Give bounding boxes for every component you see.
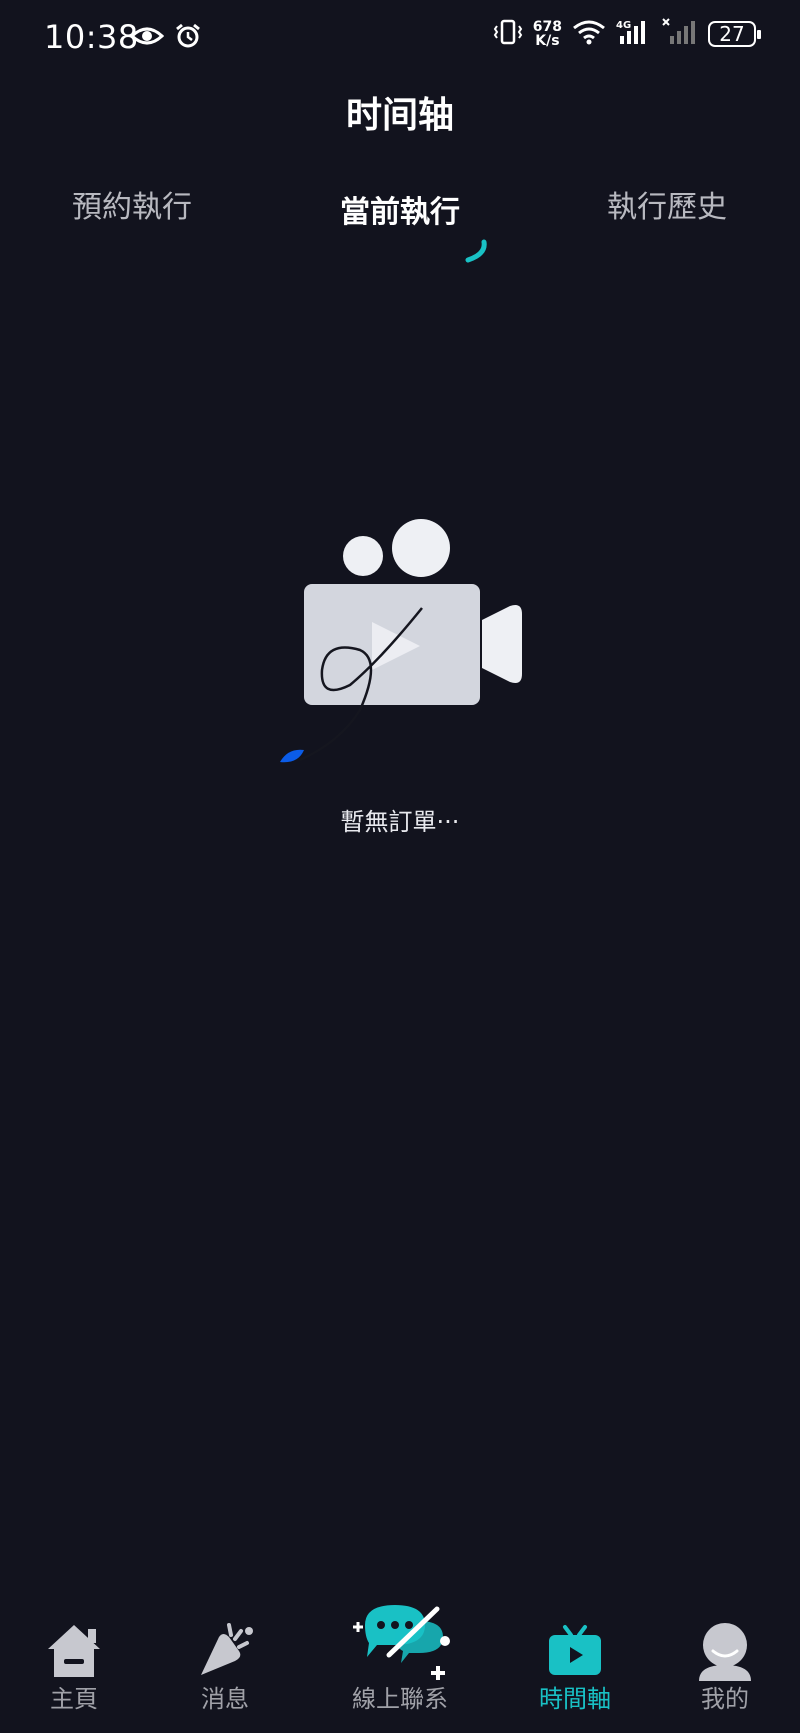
signal-no-service-icon (662, 18, 698, 50)
battery-indicator: 27 (708, 21, 761, 47)
bottom-nav: 主頁 消息 線上聯系 時間軸 我的 (0, 1605, 800, 1733)
chat-bubbles-icon (345, 1589, 455, 1689)
net-speed: 678 K/s (533, 20, 562, 48)
tab-reserved[interactable]: 預約執行 (72, 182, 192, 226)
nav-label-timeline: 時間軸 (539, 1685, 611, 1713)
net-speed-value: 678 (532, 19, 562, 35)
vibrate-icon (493, 18, 523, 50)
tab-current[interactable]: 當前執行 (340, 187, 460, 231)
alarm-icon (174, 22, 202, 54)
app-root: 10:38 678 K/s 4G 27 时间轴 預約執行 當前執行 執行歷史 暫… (0, 0, 800, 1733)
svg-text:4G: 4G (616, 20, 631, 31)
nav-label-home: 主頁 (50, 1685, 98, 1713)
empty-state-message: 暫無訂單··· (340, 808, 460, 836)
status-time: 10:38 (44, 18, 139, 56)
status-left-icons (129, 22, 202, 54)
nav-item-me[interactable]: 我的 (660, 1613, 790, 1733)
tab-history[interactable]: 執行歷史 (607, 182, 727, 226)
user-avatar-icon (695, 1621, 755, 1687)
megaphone-icon (193, 1621, 257, 1685)
tab-bar: 預約執行 當前執行 執行歷史 (0, 182, 800, 242)
tv-play-icon (545, 1621, 605, 1685)
wifi-icon (572, 19, 606, 49)
nav-label-messages: 消息 (201, 1685, 249, 1713)
net-speed-unit: K/s (535, 33, 560, 49)
nav-label-me: 我的 (701, 1685, 749, 1713)
home-icon (44, 1621, 104, 1685)
status-bar: 10:38 678 K/s 4G 27 (0, 0, 800, 75)
nav-item-timeline[interactable]: 時間軸 (510, 1613, 640, 1733)
video-camera-icon (280, 519, 522, 763)
nav-item-home[interactable]: 主頁 (9, 1613, 139, 1733)
nav-label-online-contact: 線上聯系 (352, 1685, 448, 1713)
signal-4g-icon: 4G (616, 18, 652, 50)
page-title: 时间轴 (345, 95, 454, 136)
nav-item-messages[interactable]: 消息 (160, 1613, 290, 1733)
empty-state-illustration (270, 510, 540, 780)
loading-spinner-icon (462, 238, 488, 268)
eye-icon (129, 24, 165, 52)
status-right-icons: 678 K/s 4G 27 (493, 18, 761, 50)
nav-item-online-contact[interactable]: 線上聯系 (335, 1605, 465, 1733)
